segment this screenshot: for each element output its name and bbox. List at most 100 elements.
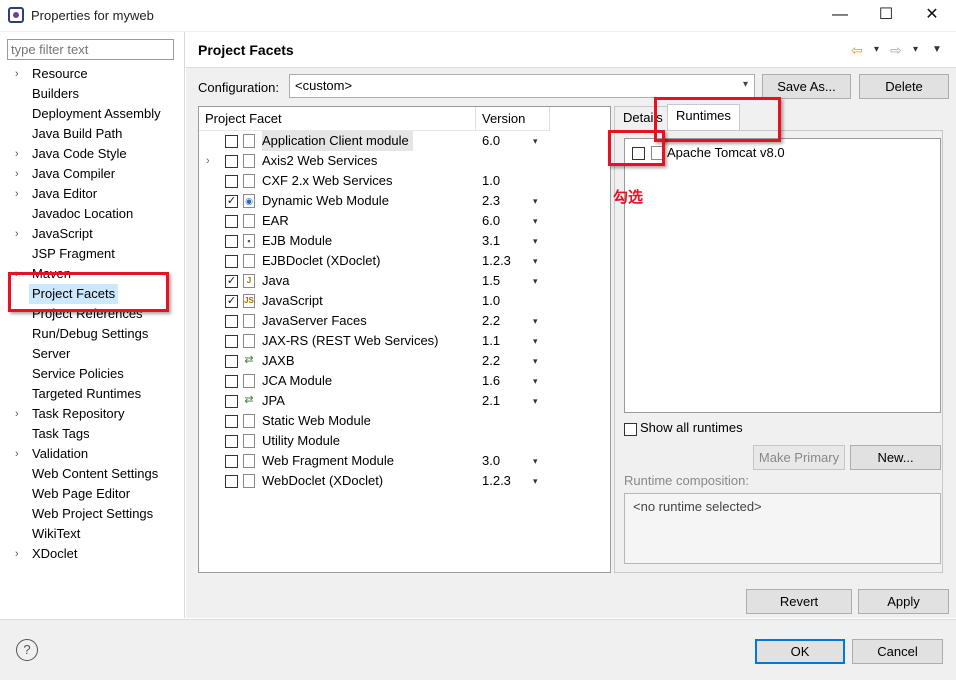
facet-row[interactable]: ⇄ JPA 2.1 ▾ bbox=[199, 391, 610, 411]
facet-version[interactable]: 2.2 bbox=[482, 311, 500, 331]
facet-row[interactable]: Application Client module 6.0 ▾ bbox=[199, 131, 610, 151]
back-dropdown-icon[interactable]: ▾ bbox=[874, 44, 879, 55]
facet-row[interactable]: JavaServer Faces 2.2 ▾ bbox=[199, 311, 610, 331]
facet-version[interactable]: 1.2.3 bbox=[482, 471, 511, 491]
facet-version[interactable]: 2.3 bbox=[482, 191, 500, 211]
nav-item-web-content-settings[interactable]: Web Content Settings bbox=[0, 464, 184, 484]
facet-checkbox[interactable] bbox=[225, 355, 238, 368]
forward-arrow-icon[interactable]: ⇨ bbox=[890, 42, 902, 59]
nav-item-deployment-assembly[interactable]: Deployment Assembly bbox=[0, 104, 184, 124]
nav-item-java-compiler[interactable]: › Java Compiler bbox=[0, 164, 184, 184]
nav-item-service-policies[interactable]: Service Policies bbox=[0, 364, 184, 384]
show-all-checkbox[interactable] bbox=[624, 423, 637, 436]
nav-item-wikitext[interactable]: WikiText bbox=[0, 524, 184, 544]
facet-checkbox[interactable]: ✓ bbox=[225, 195, 238, 208]
facet-row[interactable]: EJBDoclet (XDoclet) 1.2.3 ▾ bbox=[199, 251, 610, 271]
maximize-button[interactable]: ☐ bbox=[863, 0, 909, 32]
version-dropdown-icon[interactable]: ▾ bbox=[533, 471, 538, 491]
configuration-select[interactable]: <custom> ▾ bbox=[289, 74, 755, 98]
facet-version[interactable]: 2.1 bbox=[482, 391, 500, 411]
facet-checkbox[interactable] bbox=[225, 155, 238, 168]
facet-checkbox[interactable] bbox=[225, 135, 238, 148]
facet-checkbox[interactable] bbox=[225, 375, 238, 388]
cancel-button[interactable]: Cancel bbox=[852, 639, 943, 664]
back-arrow-icon[interactable]: ⇦ bbox=[851, 42, 863, 59]
help-icon[interactable]: ? bbox=[16, 639, 38, 661]
facet-checkbox[interactable] bbox=[225, 315, 238, 328]
nav-item-javascript[interactable]: › JavaScript bbox=[0, 224, 184, 244]
facet-checkbox[interactable] bbox=[225, 435, 238, 448]
nav-item-builders[interactable]: Builders bbox=[0, 84, 184, 104]
facet-row[interactable]: ✓ J Java 1.5 ▾ bbox=[199, 271, 610, 291]
facet-row[interactable]: Web Fragment Module 3.0 ▾ bbox=[199, 451, 610, 471]
chevron-right-icon[interactable]: › bbox=[15, 144, 19, 164]
facet-row[interactable]: ✓ JS JavaScript 1.0 bbox=[199, 291, 610, 311]
version-dropdown-icon[interactable]: ▾ bbox=[533, 191, 538, 211]
facet-row[interactable]: JAX-RS (REST Web Services) 1.1 ▾ bbox=[199, 331, 610, 351]
chevron-right-icon[interactable]: › bbox=[15, 444, 19, 464]
version-dropdown-icon[interactable]: ▾ bbox=[533, 231, 538, 251]
facet-row[interactable]: ▪ EJB Module 3.1 ▾ bbox=[199, 231, 610, 251]
facet-row[interactable]: ⇄ JAXB 2.2 ▾ bbox=[199, 351, 610, 371]
nav-item-javadoc-location[interactable]: Javadoc Location bbox=[0, 204, 184, 224]
view-menu-icon[interactable]: ▼ bbox=[932, 44, 942, 55]
version-dropdown-icon[interactable]: ▾ bbox=[533, 131, 538, 151]
facet-version[interactable]: 6.0 bbox=[482, 211, 500, 231]
facet-row[interactable]: JCA Module 1.6 ▾ bbox=[199, 371, 610, 391]
chevron-right-icon[interactable]: › bbox=[15, 544, 19, 564]
facet-checkbox[interactable] bbox=[225, 175, 238, 188]
apply-button[interactable]: Apply bbox=[858, 589, 949, 614]
facet-checkbox[interactable] bbox=[225, 455, 238, 468]
facet-checkbox[interactable] bbox=[225, 415, 238, 428]
ok-button[interactable]: OK bbox=[755, 639, 845, 664]
save-as-button[interactable]: Save As... bbox=[762, 74, 851, 99]
version-dropdown-icon[interactable]: ▾ bbox=[533, 391, 538, 411]
facet-row[interactable]: › Axis2 Web Services bbox=[199, 151, 610, 171]
facet-version[interactable]: 1.2.3 bbox=[482, 251, 511, 271]
facet-checkbox[interactable] bbox=[225, 395, 238, 408]
chevron-right-icon[interactable]: › bbox=[15, 64, 19, 84]
facet-version[interactable]: 2.2 bbox=[482, 351, 500, 371]
version-dropdown-icon[interactable]: ▾ bbox=[533, 271, 538, 291]
nav-item-java-editor[interactable]: › Java Editor bbox=[0, 184, 184, 204]
facet-version[interactable]: 1.5 bbox=[482, 271, 500, 291]
facet-checkbox[interactable] bbox=[225, 335, 238, 348]
make-primary-button[interactable]: Make Primary bbox=[753, 445, 845, 470]
version-dropdown-icon[interactable]: ▾ bbox=[533, 331, 538, 351]
runtime-item[interactable]: Apache Tomcat v8.0 bbox=[625, 143, 925, 163]
facet-row[interactable]: CXF 2.x Web Services 1.0 bbox=[199, 171, 610, 191]
facet-checkbox[interactable] bbox=[225, 215, 238, 228]
facet-version[interactable]: 3.1 bbox=[482, 231, 500, 251]
forward-dropdown-icon[interactable]: ▾ bbox=[913, 44, 918, 55]
facet-checkbox[interactable] bbox=[225, 235, 238, 248]
version-dropdown-icon[interactable]: ▾ bbox=[533, 211, 538, 231]
facet-row[interactable]: EAR 6.0 ▾ bbox=[199, 211, 610, 231]
version-dropdown-icon[interactable]: ▾ bbox=[533, 451, 538, 471]
minimize-button[interactable]: — bbox=[817, 0, 863, 32]
version-dropdown-icon[interactable]: ▾ bbox=[533, 251, 538, 271]
facet-checkbox[interactable] bbox=[225, 475, 238, 488]
facet-checkbox[interactable] bbox=[225, 255, 238, 268]
chevron-right-icon[interactable]: › bbox=[15, 224, 19, 244]
col-header-version[interactable]: Version bbox=[476, 107, 550, 131]
chevron-right-icon[interactable]: › bbox=[15, 164, 19, 184]
facet-version[interactable]: 3.0 bbox=[482, 451, 500, 471]
version-dropdown-icon[interactable]: ▾ bbox=[533, 371, 538, 391]
nav-item-java-code-style[interactable]: › Java Code Style bbox=[0, 144, 184, 164]
facet-row[interactable]: ✓ ◉ Dynamic Web Module 2.3 ▾ bbox=[199, 191, 610, 211]
facet-checkbox[interactable]: ✓ bbox=[225, 275, 238, 288]
version-dropdown-icon[interactable]: ▾ bbox=[533, 311, 538, 331]
nav-item-task-repository[interactable]: › Task Repository bbox=[0, 404, 184, 424]
facet-version[interactable]: 1.1 bbox=[482, 331, 500, 351]
filter-input[interactable] bbox=[7, 39, 174, 60]
facet-version[interactable]: 6.0 bbox=[482, 131, 500, 151]
nav-item-web-page-editor[interactable]: Web Page Editor bbox=[0, 484, 184, 504]
chevron-right-icon[interactable]: › bbox=[15, 184, 19, 204]
revert-button[interactable]: Revert bbox=[746, 589, 852, 614]
facet-version[interactable]: 1.6 bbox=[482, 371, 500, 391]
nav-item-run-debug-settings[interactable]: Run/Debug Settings bbox=[0, 324, 184, 344]
facet-checkbox[interactable]: ✓ bbox=[225, 295, 238, 308]
nav-item-web-project-settings[interactable]: Web Project Settings bbox=[0, 504, 184, 524]
facet-row[interactable]: WebDoclet (XDoclet) 1.2.3 ▾ bbox=[199, 471, 610, 491]
nav-item-jsp-fragment[interactable]: JSP Fragment bbox=[0, 244, 184, 264]
